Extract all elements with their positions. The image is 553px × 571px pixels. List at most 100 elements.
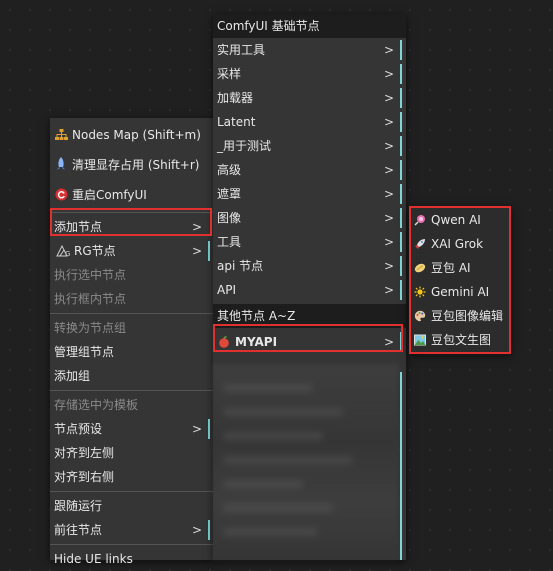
sitemap-icon xyxy=(54,129,68,143)
testing-label: _用于测试 xyxy=(217,139,272,153)
convert-to-group-item[interactable]: 转换为节点组 xyxy=(50,316,214,340)
palette-icon xyxy=(413,310,427,324)
align-left-label: 对齐到左侧 xyxy=(54,446,115,460)
lollipop-icon xyxy=(413,214,427,228)
separator xyxy=(50,544,214,545)
doubao-text-to-image-label: 豆包文生图 xyxy=(431,333,492,347)
follow-run-label: 跟随运行 xyxy=(54,499,103,513)
run-in-frame-nodes-item[interactable]: 执行框内节点 xyxy=(50,287,214,311)
separator xyxy=(50,390,214,391)
restart-icon xyxy=(54,188,68,202)
gemini-ai-item[interactable]: Gemini AI xyxy=(409,280,511,304)
submenu-indicator xyxy=(400,112,402,132)
clear-vram-item[interactable]: 清理显存占用 (Shift+r) xyxy=(50,150,214,180)
submenu-item-myapi[interactable]: MYAPI > xyxy=(213,330,406,354)
doubao-image-edit-item[interactable]: 豆包图像编辑 xyxy=(409,304,511,328)
submenu-indicator xyxy=(400,40,402,60)
align-right-item[interactable]: 对齐到右侧 xyxy=(50,465,214,489)
node-presets-item[interactable]: 节点预设 > xyxy=(50,417,214,441)
align-right-label: 对齐到右侧 xyxy=(54,470,115,484)
loaders-label: 加载器 xyxy=(217,91,254,105)
chevron-right-icon: > xyxy=(191,220,202,234)
chevron-right-icon: > xyxy=(383,43,394,57)
doubao-text-to-image-item[interactable]: 豆包文生图 xyxy=(409,328,511,352)
bean-icon xyxy=(413,262,427,276)
run-selected-nodes-item[interactable]: 执行选中节点 xyxy=(50,263,214,287)
qwen-ai-item[interactable]: Qwen AI xyxy=(409,208,511,232)
submenu-indicator xyxy=(400,160,402,180)
doubao-ai-item[interactable]: 豆包 AI xyxy=(409,256,511,280)
chevron-right-icon: > xyxy=(383,283,394,297)
nodes-map-label: Nodes Map (Shift+m) xyxy=(72,128,201,142)
utils-label: 实用工具 xyxy=(217,43,266,57)
rg-icon: G xyxy=(56,244,70,259)
image-label: 图像 xyxy=(217,211,242,225)
run-in-frame-label: 执行框内节点 xyxy=(54,292,127,306)
submenu-indicator xyxy=(400,208,402,228)
submenu-item-mask[interactable]: 遮罩 > xyxy=(213,182,406,206)
hide-ue-links-item[interactable]: Hide UE links xyxy=(50,547,214,571)
manage-group-label: 管理组节点 xyxy=(54,345,115,359)
chevron-right-icon: > xyxy=(383,115,394,129)
submenu-item-api[interactable]: API > xyxy=(213,278,406,302)
submenu-item-loaders[interactable]: 加载器 > xyxy=(213,86,406,110)
align-left-item[interactable]: 对齐到左侧 xyxy=(50,441,214,465)
chevron-right-icon: > xyxy=(383,163,394,177)
save-as-template-item[interactable]: 存储选中为模板 xyxy=(50,393,214,417)
separator xyxy=(50,212,214,213)
submenu-indicator xyxy=(400,64,402,84)
add-group-item[interactable]: 添加组 xyxy=(50,364,214,388)
submenu-indicator-strip xyxy=(400,372,402,560)
chevron-right-icon: > xyxy=(383,91,394,105)
myapi-submenu: Qwen AI XAI Grok 豆包 AI Gemini AI 豆包图像编辑 … xyxy=(409,206,511,354)
chevron-right-icon: > xyxy=(191,244,202,258)
rg-nodes-label: RG节点 xyxy=(74,244,116,258)
rocket-icon xyxy=(413,238,427,252)
submenu-item-image[interactable]: 图像 > xyxy=(213,206,406,230)
goto-node-item[interactable]: 前往节点 > xyxy=(50,518,214,542)
submenu-item-sampling[interactable]: 采样 > xyxy=(213,62,406,86)
follow-run-item[interactable]: 跟随运行 xyxy=(50,494,214,518)
separator xyxy=(50,491,214,492)
submenu-indicator xyxy=(400,136,402,156)
nodes-map-item[interactable]: Nodes Map (Shift+m) xyxy=(50,120,214,150)
submenu-item-latent[interactable]: Latent > xyxy=(213,110,406,134)
node-presets-label: 节点预设 xyxy=(54,422,103,436)
submenu-item-utils[interactable]: 实用工具 > xyxy=(213,38,406,62)
manage-group-nodes-item[interactable]: 管理组节点 xyxy=(50,340,214,364)
submenu-indicator xyxy=(400,184,402,204)
canvas-context-menu: Nodes Map (Shift+m) 清理显存占用 (Shift+r) 重启C… xyxy=(50,118,214,566)
mask-label: 遮罩 xyxy=(217,187,242,201)
tools-label: 工具 xyxy=(217,235,242,249)
chevron-right-icon: > xyxy=(383,335,394,349)
submenu-indicator xyxy=(208,419,210,439)
chevron-right-icon: > xyxy=(383,187,394,201)
chevron-right-icon: > xyxy=(383,139,394,153)
save-template-label: 存储选中为模板 xyxy=(54,398,139,412)
chevron-right-icon: > xyxy=(191,523,202,537)
rocket-icon xyxy=(54,157,68,171)
submenu-item-tools[interactable]: 工具 > xyxy=(213,230,406,254)
add-node-submenu: ComfyUI 基础节点 实用工具 > 采样 > 加载器 > Latent > _用于测… xyxy=(213,14,406,560)
picture-icon xyxy=(413,334,427,348)
basic-nodes-header: ComfyUI 基础节点 xyxy=(213,14,406,38)
submenu-item-testing[interactable]: _用于测试 > xyxy=(213,134,406,158)
chevron-right-icon: > xyxy=(383,259,394,273)
restart-comfyui-item[interactable]: 重启ComfyUI xyxy=(50,180,214,210)
submenu-item-advanced[interactable]: 高级 > xyxy=(213,158,406,182)
advanced-label: 高级 xyxy=(217,163,242,177)
xai-grok-item[interactable]: XAI Grok xyxy=(409,232,511,256)
submenu-indicator xyxy=(400,256,402,276)
run-selected-label: 执行选中节点 xyxy=(54,268,127,282)
qwen-ai-label: Qwen AI xyxy=(431,213,481,227)
submenu-item-api-nodes[interactable]: api 节点 > xyxy=(213,254,406,278)
api-label: API xyxy=(217,283,236,297)
rg-nodes-item[interactable]: G RG节点 > xyxy=(50,239,214,263)
add-node-item[interactable]: 添加节点 > xyxy=(50,215,214,239)
chevron-right-icon: > xyxy=(383,67,394,81)
other-nodes-header: 其他节点 A~Z xyxy=(213,304,406,328)
submenu-indicator xyxy=(208,520,210,540)
sparkle-icon xyxy=(413,286,427,300)
myapi-label: MYAPI xyxy=(235,335,278,349)
submenu-indicator xyxy=(400,232,402,252)
